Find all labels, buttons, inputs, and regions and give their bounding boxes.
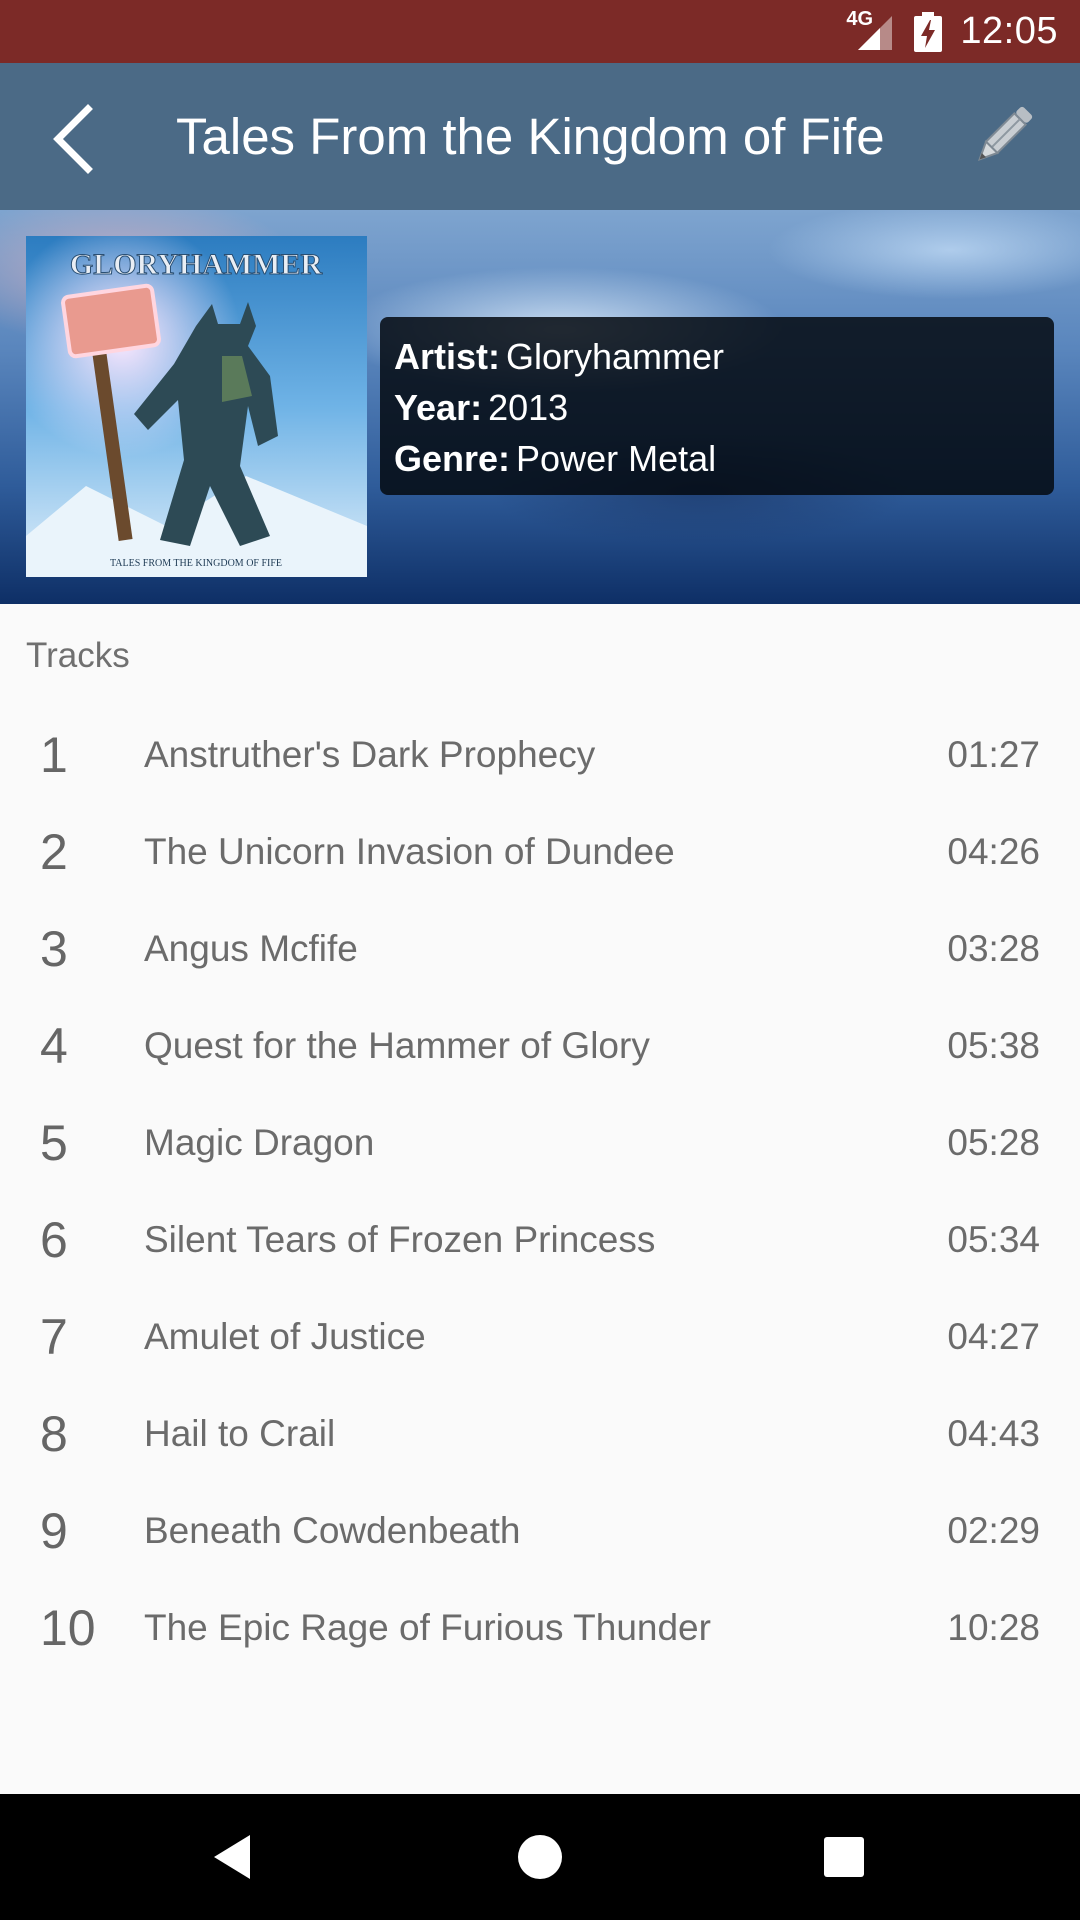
network-type: 4G [846, 7, 874, 30]
tracks-header: Tracks [26, 636, 130, 675]
track-row[interactable]: 4 Quest for the Hammer of Glory 05:38 [0, 999, 1080, 1096]
track-duration: 04:27 [947, 1316, 1040, 1357]
app-bar: Tales From the Kingdom of Fife [0, 63, 1080, 210]
signal-icon: 4G [846, 8, 896, 52]
track-number: 8 [40, 1406, 68, 1462]
track-title: Silent Tears of Frozen Princess [144, 1219, 656, 1260]
track-title: Amulet of Justice [144, 1316, 426, 1357]
track-row[interactable]: 6 Silent Tears of Frozen Princess 05:34 [0, 1193, 1080, 1290]
track-title: Quest for the Hammer of Glory [144, 1025, 650, 1066]
track-row[interactable]: 2 The Unicorn Invasion of Dundee 04:26 [0, 805, 1080, 902]
track-duration: 10:28 [947, 1607, 1040, 1648]
track-number: 2 [40, 824, 68, 880]
track-row[interactable]: 7 Amulet of Justice 04:27 [0, 1290, 1080, 1387]
album-info-panel: Artist: Gloryhammer Year: 2013 Genre: Po… [380, 317, 1054, 495]
track-title: The Unicorn Invasion of Dundee [144, 831, 675, 872]
track-title: The Epic Rage of Furious Thunder [144, 1607, 711, 1648]
track-number: 7 [40, 1309, 68, 1365]
artist-row: Artist: Gloryhammer [394, 331, 1054, 382]
track-row[interactable]: 3 Angus Mcfife 03:28 [0, 902, 1080, 999]
track-duration: 04:26 [947, 831, 1040, 872]
track-number: 3 [40, 921, 68, 977]
artist-value: Gloryhammer [506, 336, 725, 377]
track-duration: 05:38 [947, 1025, 1040, 1066]
track-row[interactable]: 10 The Epic Rage of Furious Thunder 10:2… [0, 1581, 1080, 1678]
track-duration: 05:28 [947, 1122, 1040, 1163]
track-number: 6 [40, 1212, 68, 1268]
track-number: 4 [40, 1018, 68, 1074]
track-number: 5 [40, 1115, 68, 1171]
cover-subtitle-text: TALES FROM THE KINGDOM OF FIFE [110, 558, 282, 569]
page-title: Tales From the Kingdom of Fife [176, 108, 885, 165]
track-title: Beneath Cowdenbeath [144, 1510, 521, 1551]
track-title: Angus Mcfife [144, 928, 358, 969]
track-row[interactable]: 1 Anstruther's Dark Prophecy 01:27 [0, 708, 1080, 805]
back-arrow-icon[interactable] [50, 103, 98, 175]
cover-logo-text: GLORYHAMMER [70, 248, 323, 281]
status-bar: 4G 12:05 [0, 0, 1080, 63]
nav-recents-icon[interactable] [816, 1829, 872, 1885]
track-duration: 04:43 [947, 1413, 1040, 1454]
track-title: Hail to Crail [144, 1413, 336, 1454]
pencil-icon[interactable] [970, 103, 1036, 169]
album-header: GLORYHAMMER TALES FROM THE KINGDOM OF FI… [0, 210, 1080, 604]
status-time: 12:05 [960, 10, 1058, 52]
track-row[interactable]: 8 Hail to Crail 04:43 [0, 1387, 1080, 1484]
nav-home-icon[interactable] [512, 1829, 568, 1885]
track-row[interactable]: 5 Magic Dragon 05:28 [0, 1096, 1080, 1193]
track-number: 9 [40, 1503, 68, 1559]
track-title: Anstruther's Dark Prophecy [144, 734, 596, 775]
system-nav-bar [0, 1794, 1080, 1920]
year-row: Year: 2013 [394, 382, 1054, 433]
genre-value: Power Metal [516, 438, 717, 479]
album-cover: GLORYHAMMER TALES FROM THE KINGDOM OF FI… [26, 236, 367, 577]
track-number: 1 [40, 727, 68, 783]
nav-back-icon[interactable] [206, 1829, 262, 1885]
track-duration: 01:27 [947, 734, 1040, 775]
artist-label: Artist: [394, 336, 500, 377]
track-duration: 02:29 [947, 1510, 1040, 1551]
track-duration: 05:34 [947, 1219, 1040, 1260]
track-row[interactable]: 9 Beneath Cowdenbeath 02:29 [0, 1484, 1080, 1581]
genre-row: Genre: Power Metal [394, 433, 1054, 484]
track-number: 10 [40, 1600, 96, 1656]
track-duration: 03:28 [947, 928, 1040, 969]
year-label: Year: [394, 387, 483, 428]
track-title: Magic Dragon [144, 1122, 375, 1163]
year-value: 2013 [488, 387, 569, 428]
battery-charging-icon [914, 11, 943, 52]
track-list: 1 Anstruther's Dark Prophecy 01:27 2 The… [0, 708, 1080, 1678]
genre-label: Genre: [394, 438, 511, 479]
